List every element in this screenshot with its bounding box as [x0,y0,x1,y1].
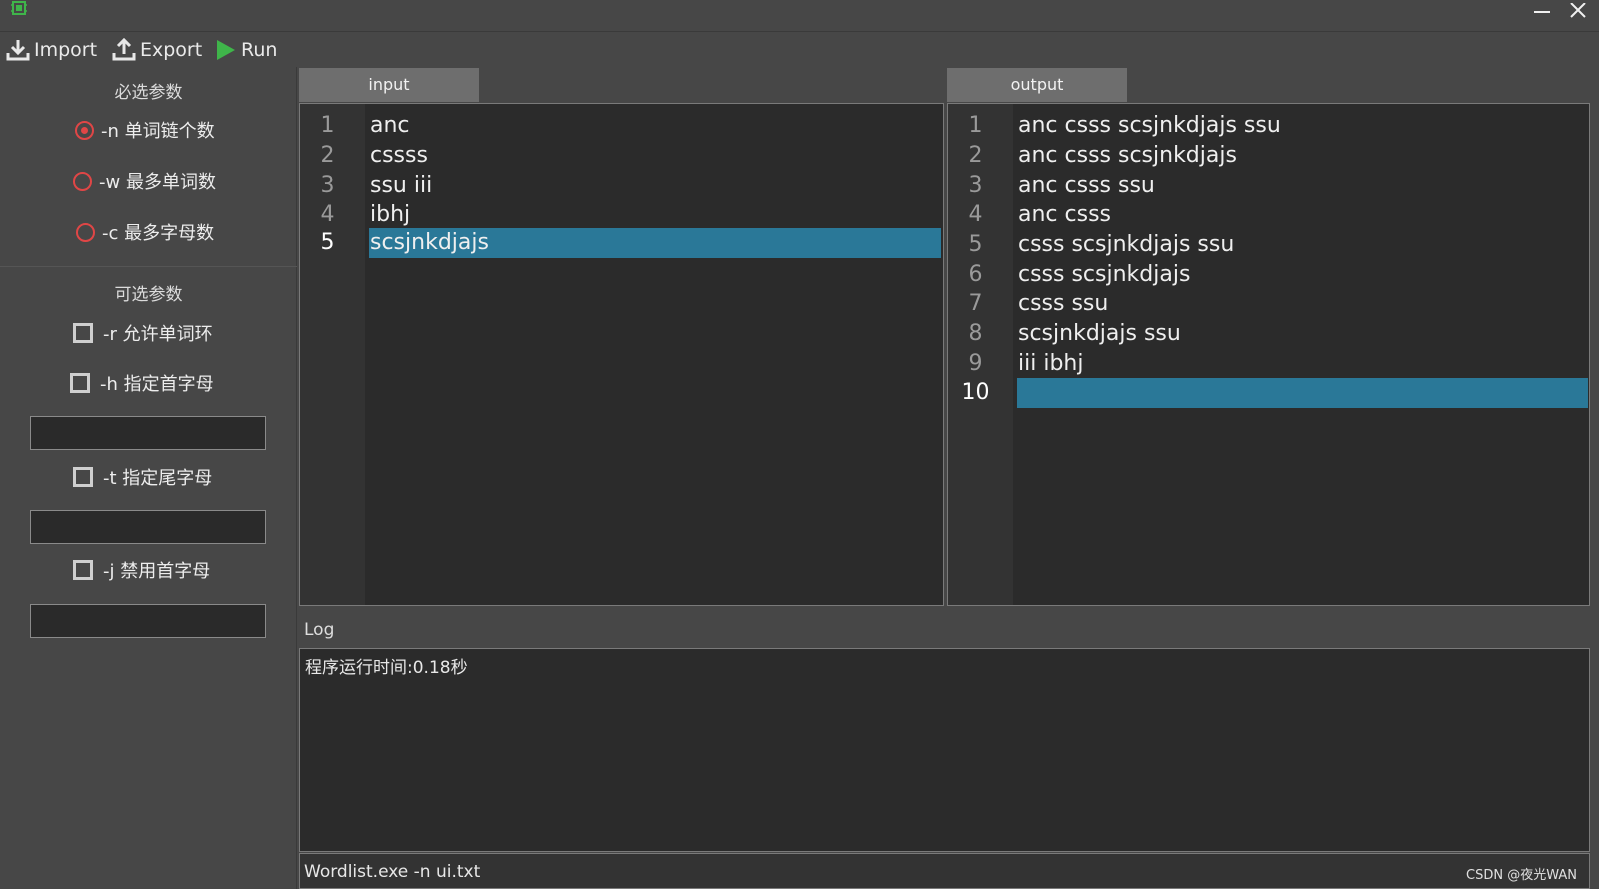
line-number: 8 [968,321,983,346]
radio-unchecked-icon [76,222,95,242]
export-label: Export [140,39,203,61]
line-text: scsjnkdjajs ssu [1018,321,1181,346]
app-window: Import Export Run 必选参数 -n 单词链个数 -w 最多单词数 [0,0,1599,889]
upload-icon [112,38,136,61]
checkbox-t-label: -t 指定尾字母 [103,468,213,489]
optional-params-title: 可选参数 [114,285,183,305]
watermark: CSDN @夜光WAN [1466,868,1577,883]
checkbox-icon [70,373,90,393]
editor-line: 2 anc csss scsjnkdjajs [948,141,1589,171]
radio-checked-icon [75,120,94,140]
line-number: 2 [320,143,335,168]
line-number: 5 [320,230,335,255]
line-number: 5 [968,232,983,257]
line-number: 4 [320,202,335,227]
line-text: anc csss scsjnkdjajs ssu [1018,113,1281,138]
line-number: 3 [968,173,983,198]
tab-input[interactable]: input [299,68,479,102]
import-button[interactable]: Import [6,37,97,63]
banned-first-letter-input[interactable] [30,604,266,638]
chip-icon [10,0,28,16]
radio-w[interactable]: -w 最多单词数 [73,168,216,194]
line-number: 10 [961,380,990,405]
line-number: 6 [968,262,983,287]
radio-n[interactable]: -n 单词链个数 [75,117,215,143]
radio-unchecked-icon [73,171,92,191]
line-text: cssss [370,143,428,168]
editor-line-current: 10 [948,378,1589,408]
first-letter-input[interactable] [30,416,266,450]
editor-line: 5 csss scsjnkdjajs ssu [948,230,1589,260]
minimize-button[interactable] [1524,0,1560,22]
line-number: 9 [968,351,983,376]
log-panel[interactable]: 程序运行时间:0.18秒 [299,648,1590,852]
line-text: csss scsjnkdjajs ssu [1018,232,1235,257]
close-button[interactable] [1560,0,1596,22]
checkbox-t[interactable]: -t 指定尾字母 [73,464,212,490]
line-text: anc csss [1018,202,1111,227]
editor-line: 3 anc csss ssu [948,171,1589,201]
editor-line: 9 iii ibhj [948,349,1589,379]
import-label: Import [34,39,98,61]
editor-line-current: 5 scsjnkdjajs [300,228,943,258]
line-text: anc [370,113,410,138]
toolbar: Import Export Run [0,33,1599,66]
last-letter-input[interactable] [30,510,266,544]
line-text: ibhj [370,202,411,227]
checkbox-h[interactable]: -h 指定首字母 [70,370,214,396]
run-button[interactable]: Run [215,37,277,63]
checkbox-r[interactable]: -r 允许单词环 [73,320,213,346]
editor-line: 4 ibhj [300,200,943,230]
checkbox-icon [73,323,93,343]
log-label: Log [304,620,335,640]
checkbox-icon [73,560,93,580]
editor-line: 1 anc [300,111,943,141]
title-bar [0,0,1599,32]
radio-n-label: -n 单词链个数 [101,121,215,142]
editor-line: 3 ssu iii [300,171,943,201]
checkbox-icon [73,467,93,487]
line-number: 4 [968,202,983,227]
line-text: csss scsjnkdjajs [1018,262,1191,287]
line-text: scsjnkdjajs [370,230,489,255]
download-icon [6,40,30,61]
line-text: anc csss scsjnkdjajs [1018,143,1237,168]
editor-line: 8 scsjnkdjajs ssu [948,319,1589,349]
parameter-sidebar: 必选参数 -n 单词链个数 -w 最多单词数 -c 最多字母数 可选参数 -r … [0,67,297,889]
editor-line: 7 csss ssu [948,289,1589,319]
input-editor[interactable]: 1 anc 2 cssss 3 ssu iii 4 ibhj 5 scsjnkd… [299,103,944,606]
divider [0,266,297,267]
line-text: iii ibhj [1018,351,1084,376]
radio-c-label: -c 最多字母数 [102,223,215,244]
line-number: 2 [968,143,983,168]
line-number: 1 [968,113,983,138]
checkbox-j-label: -j 禁用首字母 [103,561,211,582]
required-params-title: 必选参数 [114,83,183,103]
line-text: csss ssu [1018,291,1109,316]
radio-c[interactable]: -c 最多字母数 [76,219,214,245]
editor-line: 2 cssss [300,141,943,171]
line-number: 1 [320,113,335,138]
tab-output[interactable]: output [947,68,1127,102]
checkbox-r-label: -r 允许单词环 [103,324,213,345]
run-label: Run [241,39,278,61]
line-number: 3 [320,173,335,198]
play-icon [217,40,235,60]
checkbox-j[interactable]: -j 禁用首字母 [73,557,210,583]
line-number: 7 [968,291,983,316]
status-bar: Wordlist.exe -n ui.txt CSDN @夜光WAN [299,853,1590,889]
export-button[interactable]: Export [112,37,202,63]
radio-w-label: -w 最多单词数 [99,172,216,193]
editor-line: 4 anc csss [948,200,1589,230]
log-text: 程序运行时间:0.18秒 [305,658,468,678]
line-text: anc csss ssu [1018,173,1155,198]
editor-line: 6 csss scsjnkdjajs [948,260,1589,290]
close-icon [1570,3,1586,18]
output-editor[interactable]: 1 anc csss scsjnkdjajs ssu 2 anc csss sc… [947,103,1590,606]
command-text: Wordlist.exe -n ui.txt [304,862,481,882]
editor-line: 1 anc csss scsjnkdjajs ssu [948,111,1589,141]
minimize-icon [1534,11,1550,13]
checkbox-h-label: -h 指定首字母 [100,374,214,395]
line-text: ssu iii [370,173,433,198]
